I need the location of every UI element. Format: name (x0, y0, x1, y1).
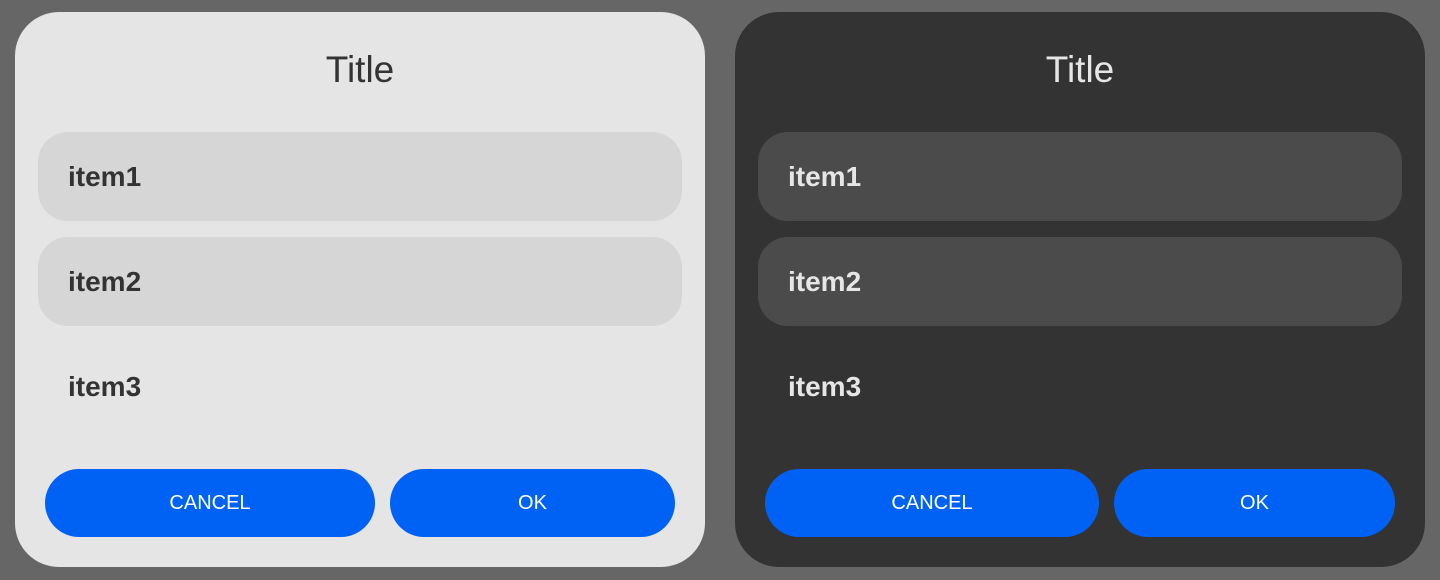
list-item-item1[interactable]: item1 (758, 132, 1402, 221)
list-item-item3[interactable]: item3 (758, 342, 1402, 431)
cancel-button[interactable]: CANCEL (45, 469, 375, 537)
dialog-title: Title (325, 49, 395, 90)
ok-button[interactable]: OK (390, 469, 675, 537)
list-item-item1[interactable]: item1 (38, 132, 682, 221)
list-item-item3[interactable]: item3 (38, 342, 682, 431)
dark-dialog: Title item1 item2 item3 CANCEL OK (735, 12, 1425, 567)
ok-button[interactable]: OK (1114, 469, 1395, 537)
light-dialog: Title item1 item2 item3 CANCEL OK (15, 12, 705, 567)
cancel-button[interactable]: CANCEL (765, 469, 1099, 537)
dialog-title: Title (1045, 49, 1115, 90)
list-item-item2[interactable]: item2 (38, 237, 682, 326)
list-item-item2[interactable]: item2 (758, 237, 1402, 326)
